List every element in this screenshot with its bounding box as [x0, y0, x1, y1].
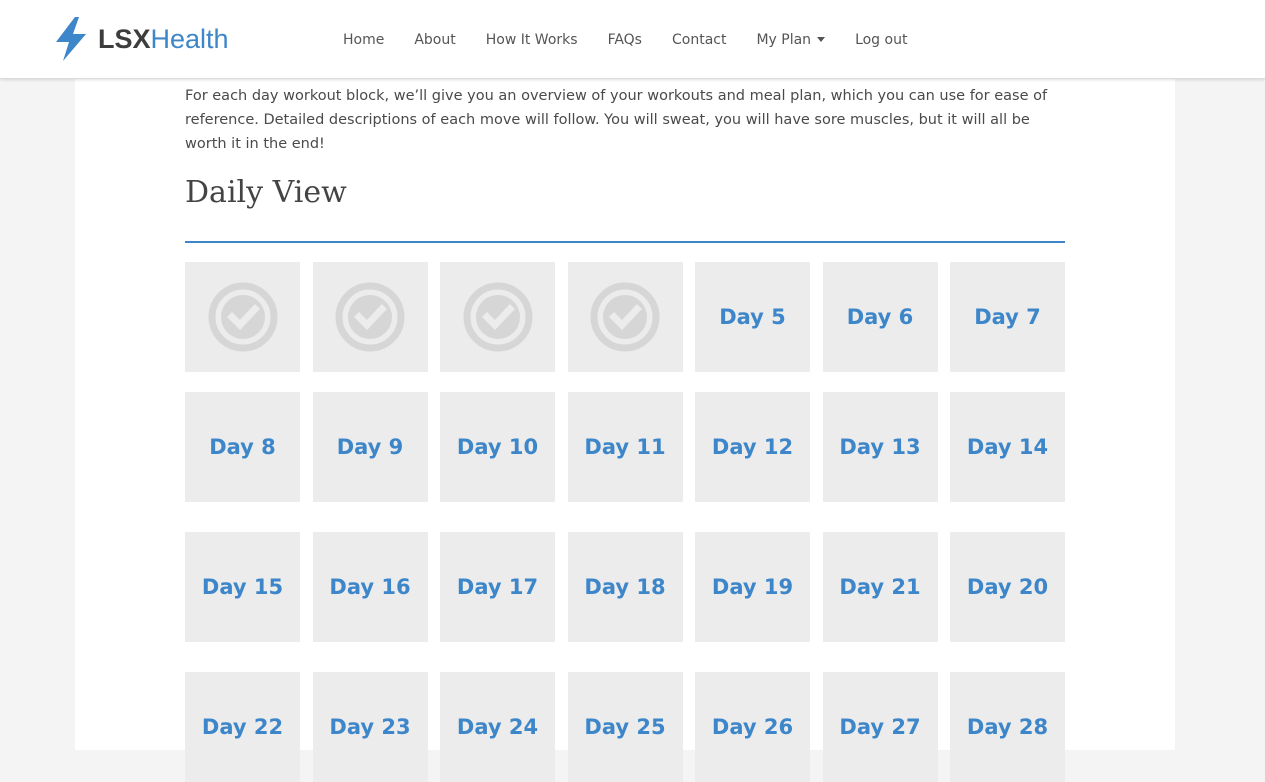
day-tile-label: Day 15: [201, 575, 284, 599]
day-row: Day 8 Day 9 Day 10 Day 11 Day 12 Day 13 Day 14: [185, 392, 1065, 502]
day-tile[interactable]: Day 6: [822, 262, 938, 372]
day-tile-label: Day 22: [201, 715, 284, 739]
day-tile[interactable]: Day 27: [822, 672, 938, 782]
day-tile-completed[interactable]: [312, 262, 428, 372]
section-title: Daily View: [185, 175, 347, 210]
day-tile-label: Day 21: [839, 575, 921, 599]
day-tile-label: Day 26: [711, 715, 794, 739]
day-tile[interactable]: Day 14: [950, 392, 1065, 502]
day-tile-completed[interactable]: [185, 262, 300, 372]
nav-my-plan-label: My Plan: [756, 31, 812, 48]
day-tile[interactable]: Day 20: [950, 532, 1065, 642]
day-tile[interactable]: Day 13: [822, 392, 938, 502]
day-tile-label: Day 25: [584, 715, 666, 739]
nav-home[interactable]: Home: [328, 32, 399, 48]
day-tile[interactable]: Day 16: [312, 532, 428, 642]
day-tile-label: Day 23: [329, 715, 411, 739]
intro-paragraph: For each day workout block, we’ll give y…: [185, 88, 1048, 152]
daily-view-grid: Day 5 Day 6 Day 7 Day 8 Day 9 Day 10 Day 11 Day…: [185, 262, 1065, 782]
day-tile[interactable]: Day 7: [950, 262, 1065, 372]
day-tile[interactable]: Day 17: [440, 532, 555, 642]
caret-down-icon: [817, 37, 826, 42]
brand-name-light: Health: [150, 24, 229, 54]
day-tile-label: Day 12: [711, 435, 794, 459]
brand-name: LSXHealth: [98, 17, 229, 61]
day-tile-label: Day 19: [711, 575, 794, 599]
top-navbar: LSXHealth Home About How It Works FAQs C…: [0, 0, 1265, 79]
day-tile[interactable]: Day 12: [695, 392, 810, 502]
day-tile-label: Day 13: [839, 435, 921, 459]
section-divider: [185, 241, 1065, 243]
day-tile[interactable]: Day 11: [567, 392, 683, 502]
nav-faqs[interactable]: FAQs: [593, 32, 657, 48]
main-nav: Home About How It Works FAQs Contact My …: [328, 0, 922, 79]
day-tile-completed[interactable]: [567, 262, 683, 372]
day-tile-label: Day 5: [719, 305, 786, 329]
day-tile[interactable]: Day 21: [822, 532, 938, 642]
nav-how-it-works[interactable]: How It Works: [471, 32, 593, 48]
day-tile-completed[interactable]: [440, 262, 555, 372]
day-row: Day 5 Day 6 Day 7: [185, 262, 1065, 372]
day-tile[interactable]: Day 5: [695, 262, 810, 372]
day-tile-label: Day 14: [966, 435, 1049, 459]
day-tile-label: Day 20: [966, 575, 1049, 599]
day-tile[interactable]: Day 23: [312, 672, 428, 782]
day-tile[interactable]: Day 9: [312, 392, 428, 502]
main-content: For each day workout block, we’ll give y…: [75, 79, 1175, 782]
check-circle-icon: [589, 281, 661, 353]
day-row: Day 22 Day 23 Day 24 Day 25 Day 26 Day 27 Day …: [185, 672, 1065, 782]
day-tile-label: Day 6: [846, 305, 914, 329]
day-tile[interactable]: Day 25: [567, 672, 683, 782]
nav-home-label: Home: [343, 31, 385, 48]
day-tile-label: Day 10: [456, 435, 539, 459]
day-tile-label: Day 28: [966, 715, 1049, 739]
lightning-bolt-icon: [54, 17, 88, 61]
day-tile[interactable]: Day 22: [185, 672, 300, 782]
nav-contact-label: Contact: [671, 31, 727, 48]
nav-about-label: About: [414, 31, 456, 48]
day-tile-label: Day 16: [329, 575, 411, 599]
nav-faqs-label: FAQs: [607, 31, 642, 48]
day-tile[interactable]: Day 24: [440, 672, 555, 782]
brand-logo[interactable]: LSXHealth: [54, 17, 229, 61]
nav-about[interactable]: About: [399, 32, 470, 48]
check-circle-icon: [462, 281, 534, 353]
nav-log-out-label: Log out: [855, 31, 908, 48]
nav-my-plan-dropdown[interactable]: My Plan: [741, 32, 840, 48]
day-tile[interactable]: Day 19: [695, 532, 810, 642]
nav-contact[interactable]: Contact: [657, 32, 741, 48]
day-tile-label: Day 8: [209, 435, 276, 459]
day-row: Day 15 Day 16 Day 17 Day 18 Day 19 Day 21 Day …: [185, 532, 1065, 642]
brand-name-bold: LSX: [98, 24, 151, 54]
day-tile[interactable]: Day 26: [695, 672, 810, 782]
day-tile[interactable]: Day 15: [185, 532, 300, 642]
day-tile[interactable]: Day 10: [440, 392, 555, 502]
nav-log-out[interactable]: Log out: [840, 32, 922, 48]
day-tile[interactable]: Day 28: [950, 672, 1065, 782]
day-tile-label: Day 7: [974, 305, 1041, 329]
day-tile[interactable]: Day 8: [185, 392, 300, 502]
check-circle-icon: [334, 281, 406, 353]
day-tile-label: Day 9: [336, 435, 404, 459]
day-tile-label: Day 11: [584, 435, 666, 459]
day-tile-label: Day 18: [584, 575, 666, 599]
check-circle-icon: [207, 281, 279, 353]
day-tile-label: Day 24: [456, 715, 539, 739]
nav-how-it-works-label: How It Works: [485, 31, 578, 48]
day-tile[interactable]: Day 18: [567, 532, 683, 642]
day-tile-label: Day 27: [839, 715, 921, 739]
day-tile-label: Day 17: [456, 575, 539, 599]
